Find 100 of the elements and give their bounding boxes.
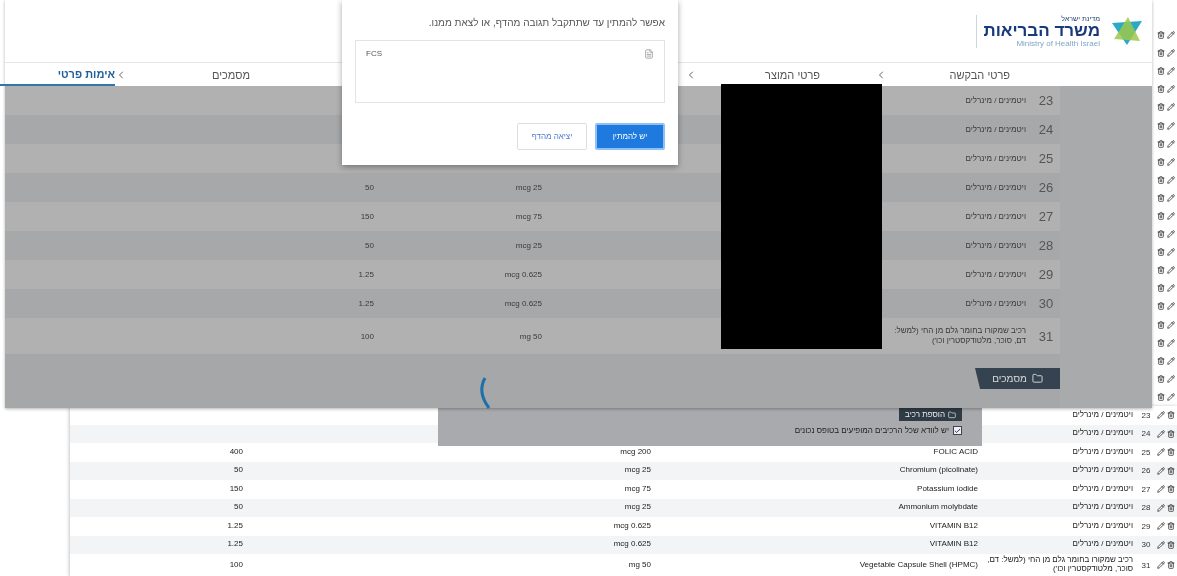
trash-icon[interactable] xyxy=(1157,67,1165,76)
trash-icon[interactable] xyxy=(1157,392,1165,401)
pencil-icon[interactable] xyxy=(1167,230,1175,239)
trash-icon[interactable] xyxy=(1167,540,1175,549)
ingredient-cell-text: VITAMIN B12 xyxy=(928,540,979,550)
pencil-icon[interactable] xyxy=(1167,212,1175,220)
trash-icon[interactable] xyxy=(1157,356,1165,365)
text-field[interactable]: FCS xyxy=(355,40,665,103)
pencil-icon[interactable] xyxy=(1157,561,1165,569)
value-cell-text: 1.25 xyxy=(357,270,375,279)
leave-page-button[interactable]: יציאה מהדף xyxy=(517,123,587,150)
trash-icon[interactable] xyxy=(1167,522,1175,531)
ingredient-cell-text: Potassium iodide xyxy=(916,484,979,494)
pencil-icon[interactable] xyxy=(1167,193,1175,202)
trash-icon[interactable] xyxy=(1157,374,1165,383)
pencil-icon[interactable] xyxy=(1167,338,1175,347)
ingredient-cell-text: Vegetable Capsule Shell (HPMC) xyxy=(858,560,979,570)
amount-cell-text: mcg 0.625 xyxy=(612,540,652,550)
amount-cell-text: mcg 0.625 xyxy=(612,521,652,531)
pencil-icon[interactable] xyxy=(1167,248,1175,257)
pencil-icon[interactable] xyxy=(1167,103,1175,112)
pencil-icon[interactable] xyxy=(1167,31,1175,40)
trash-icon[interactable] xyxy=(1157,139,1165,148)
row-number: 24 xyxy=(1140,429,1152,439)
amount-cell-text: mcg 25 xyxy=(623,503,652,513)
pencil-icon[interactable] xyxy=(1157,522,1165,531)
pencil-icon[interactable] xyxy=(1167,266,1175,275)
pencil-icon[interactable] xyxy=(1167,67,1175,76)
category-cell-text: ויטמינים / מינרלים xyxy=(1071,503,1134,513)
trash-icon[interactable] xyxy=(1167,561,1175,569)
trash-icon[interactable] xyxy=(1157,121,1165,130)
value-cell-text: 50 xyxy=(233,466,244,476)
row-number: 30 xyxy=(1140,540,1152,550)
pencil-icon[interactable] xyxy=(1157,466,1165,475)
pencil-icon[interactable] xyxy=(1157,429,1165,438)
pencil-icon[interactable] xyxy=(1167,157,1175,166)
add-ingredient-button[interactable]: הוספת רכיב xyxy=(899,408,962,421)
category-cell-text: ויטמינים / מינרלים xyxy=(1071,484,1134,494)
trash-icon[interactable] xyxy=(1167,466,1175,475)
star-logo-icon xyxy=(1110,15,1144,47)
checkbox[interactable] xyxy=(953,426,962,435)
trash-icon[interactable] xyxy=(1157,266,1165,275)
category-cell-text: ויטמינים / מינרלים xyxy=(1071,429,1134,439)
wait-button[interactable]: יש להמתין xyxy=(595,123,665,150)
ingredient-cell-text: Ammonium molybdate xyxy=(897,503,979,513)
trash-icon[interactable] xyxy=(1167,503,1175,512)
pencil-icon[interactable] xyxy=(1157,448,1165,457)
pencil-icon[interactable] xyxy=(1167,121,1175,130)
row-number: 23 xyxy=(1140,410,1152,420)
trash-icon[interactable] xyxy=(1167,429,1175,438)
pencil-icon[interactable] xyxy=(1167,175,1175,184)
step-tab[interactable]: פרטי המוצר xyxy=(685,63,875,86)
category-cell-text: ויטמינים / מינרלים xyxy=(1071,540,1134,550)
pencil-icon[interactable] xyxy=(1167,356,1175,365)
row-number: 25 xyxy=(1037,151,1055,166)
trash-icon[interactable] xyxy=(1157,212,1165,220)
amount-cell-text: mg 50 xyxy=(627,560,652,570)
trash-icon[interactable] xyxy=(1157,193,1165,202)
step-tab[interactable]: מסמכים xyxy=(115,63,305,86)
trash-icon[interactable] xyxy=(1157,284,1165,293)
pencil-icon[interactable] xyxy=(1157,411,1165,420)
trash-icon[interactable] xyxy=(1157,230,1165,239)
row-number: 26 xyxy=(1037,180,1055,195)
pencil-icon[interactable] xyxy=(1167,139,1175,148)
row-number: 25 xyxy=(1140,447,1152,457)
trash-icon[interactable] xyxy=(1157,175,1165,184)
category-cell-text: ויטמינים / מינרלים xyxy=(964,240,1027,251)
documents-button[interactable]: מסמכים xyxy=(975,368,1060,389)
value-cell-text: 150 xyxy=(228,484,244,494)
pencil-icon[interactable] xyxy=(1167,374,1175,383)
amount-cell-text: mcg 200 xyxy=(619,447,652,457)
trash-icon[interactable] xyxy=(1157,302,1165,311)
trash-icon[interactable] xyxy=(1157,85,1165,94)
trash-icon[interactable] xyxy=(1167,448,1175,457)
trash-icon[interactable] xyxy=(1157,103,1165,112)
trash-icon[interactable] xyxy=(1157,31,1165,40)
document-icon xyxy=(644,49,654,59)
trash-icon[interactable] xyxy=(1157,157,1165,166)
pencil-icon[interactable] xyxy=(1167,320,1175,329)
step-tab[interactable]: פרטי הבקשה xyxy=(875,63,1065,86)
pencil-icon[interactable] xyxy=(1157,503,1165,512)
pencil-icon[interactable] xyxy=(1157,485,1165,494)
row-number: 28 xyxy=(1037,238,1055,253)
trash-icon[interactable] xyxy=(1157,49,1165,58)
trash-icon[interactable] xyxy=(1157,248,1165,257)
trash-icon[interactable] xyxy=(1167,485,1175,494)
category-cell-text: ויטמינים / מינרלים xyxy=(964,211,1027,222)
pencil-icon[interactable] xyxy=(1167,85,1175,94)
field-value: FCS xyxy=(366,49,382,58)
trash-icon[interactable] xyxy=(1157,320,1165,329)
pencil-icon[interactable] xyxy=(1167,302,1175,311)
pencil-icon[interactable] xyxy=(1157,540,1165,549)
trash-icon[interactable] xyxy=(1157,338,1165,347)
pencil-icon[interactable] xyxy=(1167,392,1175,401)
row-number: 28 xyxy=(1140,503,1152,513)
pencil-icon[interactable] xyxy=(1167,49,1175,58)
trash-icon[interactable] xyxy=(1167,411,1175,420)
row-number: 23 xyxy=(1037,93,1055,108)
pencil-icon[interactable] xyxy=(1167,284,1175,293)
category-cell-text: ויטמינים / מינרלים xyxy=(964,269,1027,280)
